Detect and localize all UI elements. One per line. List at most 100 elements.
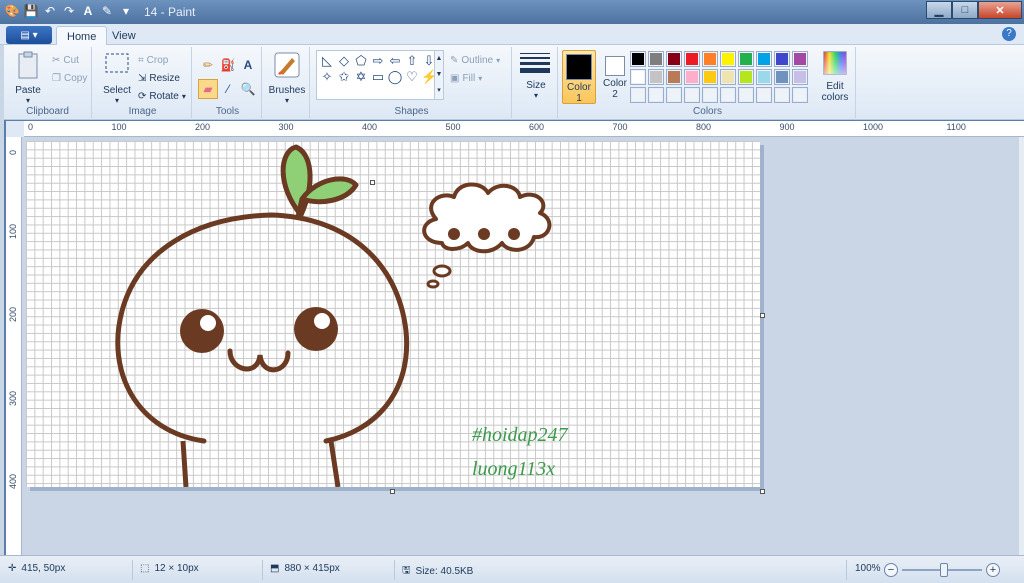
palette-color-swatch[interactable] xyxy=(792,69,808,85)
edit-colors-label-1: Edit xyxy=(826,81,844,92)
shape-item[interactable]: ⇦ xyxy=(387,53,403,69)
text-tool-icon[interactable]: A xyxy=(80,3,96,19)
paint-app-icon[interactable]: 🎨 xyxy=(4,3,20,19)
palette-color-swatch[interactable] xyxy=(666,69,682,85)
menu-icon: ▤ ▾ xyxy=(20,29,38,41)
paste-button[interactable]: Paste ▾ xyxy=(10,50,46,105)
palette-color-swatch[interactable] xyxy=(684,69,700,85)
palette-color-swatch[interactable] xyxy=(666,51,682,67)
shapes-scroll[interactable]: ▲ ▼ ▾ xyxy=(434,50,444,100)
palette-empty-swatch[interactable] xyxy=(702,87,718,103)
palette-color-swatch[interactable] xyxy=(630,69,646,85)
resize-handle-right[interactable] xyxy=(760,313,765,318)
maximize-button[interactable]: □ xyxy=(952,1,978,19)
palette-empty-swatch[interactable] xyxy=(666,87,682,103)
palette-empty-swatch[interactable] xyxy=(648,87,664,103)
minus-icon: − xyxy=(887,564,895,576)
palette-color-swatch[interactable] xyxy=(774,51,790,67)
fill-button[interactable]: ▣ Fill ▾ xyxy=(450,70,482,86)
left-eye-shine xyxy=(200,315,216,331)
palette-color-swatch[interactable] xyxy=(648,51,664,67)
swatch-fill xyxy=(776,71,788,83)
fill-tool[interactable]: ⛽ xyxy=(218,55,238,75)
text-tool[interactable]: A xyxy=(238,55,258,75)
palette-color-swatch[interactable] xyxy=(792,51,808,67)
palette-color-swatch[interactable] xyxy=(756,69,772,85)
color2-button[interactable]: Color 2 xyxy=(598,50,632,104)
resize-button[interactable]: ⇲ Resize xyxy=(138,70,180,86)
shape-item[interactable]: ✩ xyxy=(336,69,352,85)
cut-button[interactable]: ✂ Cut xyxy=(52,52,79,68)
customize-toolbar-icon[interactable]: ▾ xyxy=(118,3,134,19)
palette-color-swatch[interactable] xyxy=(702,51,718,67)
shape-item[interactable]: ▭ xyxy=(370,69,386,85)
palette-color-swatch[interactable] xyxy=(648,69,664,85)
shape-item[interactable]: ✡ xyxy=(353,69,369,85)
palette-empty-swatch[interactable] xyxy=(774,87,790,103)
tab-view[interactable]: View xyxy=(102,26,146,46)
copy-button[interactable]: ❐ Copy xyxy=(52,70,87,86)
tools-group: ✏ ⛽ A ▰ ⁄ 🔍 Tools xyxy=(194,47,262,118)
file-size-text: Size: 40.5KB xyxy=(415,566,474,577)
close-button[interactable]: ✕ xyxy=(978,1,1022,19)
shape-item[interactable]: ◯ xyxy=(387,69,403,85)
tab-home[interactable]: Home xyxy=(56,26,108,46)
swatch-fill xyxy=(758,53,770,65)
palette-color-swatch[interactable] xyxy=(702,69,718,85)
shape-item[interactable]: ⇧ xyxy=(404,53,420,69)
drawing-canvas[interactable]: #hoidap247 luong113x xyxy=(26,141,760,487)
palette-color-swatch[interactable] xyxy=(738,69,754,85)
thought-dot-1 xyxy=(448,228,460,240)
pencil-tool[interactable]: ✏ xyxy=(198,55,218,75)
shape-item[interactable]: ⬠ xyxy=(353,53,369,69)
outline-button[interactable]: ✎ Outline ▾ xyxy=(450,52,500,68)
help-icon[interactable]: ? xyxy=(1002,27,1016,41)
crop-button[interactable]: ⌗ Crop xyxy=(138,52,168,68)
shape-item[interactable]: ♡ xyxy=(404,69,420,85)
selection-marker[interactable] xyxy=(370,180,375,185)
redo-icon[interactable]: ↷ xyxy=(61,3,77,19)
color1-button[interactable]: Color 1 xyxy=(562,50,596,104)
window-left-edge xyxy=(0,45,4,555)
palette-empty-swatch[interactable] xyxy=(756,87,772,103)
palette-color-swatch[interactable] xyxy=(720,51,736,67)
palette-color-swatch[interactable] xyxy=(630,51,646,67)
palette-color-swatch[interactable] xyxy=(738,51,754,67)
palette-empty-swatch[interactable] xyxy=(720,87,736,103)
select-label: Select xyxy=(103,85,131,96)
undo-icon[interactable]: ↶ xyxy=(42,3,58,19)
palette-empty-swatch[interactable] xyxy=(630,87,646,103)
rotate-button[interactable]: ⟳ Rotate ▾ xyxy=(138,88,186,104)
magnifier-tool[interactable]: 🔍 xyxy=(238,79,258,99)
palette-empty-swatch[interactable] xyxy=(738,87,754,103)
brushes-button[interactable]: Brushes ▾ xyxy=(268,50,306,105)
palette-color-swatch[interactable] xyxy=(684,51,700,67)
shape-item[interactable]: ✧ xyxy=(319,69,335,85)
palette-color-swatch[interactable] xyxy=(756,51,772,67)
palette-color-swatch[interactable] xyxy=(774,69,790,85)
resize-handle-bottom[interactable] xyxy=(390,489,395,494)
shape-item[interactable]: ◺ xyxy=(319,53,335,69)
resize-handle-corner[interactable] xyxy=(760,489,765,494)
shape-item[interactable]: ⇨ xyxy=(370,53,386,69)
color-picker-tool[interactable]: ⁄ xyxy=(218,79,238,99)
zoom-slider-thumb[interactable] xyxy=(940,563,948,577)
edit-colors-button[interactable]: Edit colors xyxy=(816,50,854,103)
save-icon[interactable]: 💾 xyxy=(23,3,39,19)
select-button[interactable]: Select ▾ xyxy=(98,50,136,105)
zoom-in-button[interactable]: + xyxy=(986,563,1000,577)
zoom-slider[interactable] xyxy=(902,563,982,577)
color1-label-line1: Color xyxy=(567,82,591,93)
palette-color-swatch[interactable] xyxy=(720,69,736,85)
shape-item[interactable]: ◇ xyxy=(336,53,352,69)
brush-tool-icon[interactable]: ✎ xyxy=(99,3,115,19)
palette-empty-swatch[interactable] xyxy=(684,87,700,103)
size-button[interactable]: Size ▾ xyxy=(516,50,556,100)
vertical-scrollbar[interactable] xyxy=(1019,137,1024,555)
palette-empty-swatch[interactable] xyxy=(792,87,808,103)
minimize-button[interactable]: ▁ xyxy=(926,1,952,19)
zoom-out-button[interactable]: − xyxy=(884,563,898,577)
image-size-text: 880 × 415px xyxy=(284,563,340,574)
paint-menu-button[interactable]: ▤ ▾ xyxy=(6,26,52,44)
eraser-tool[interactable]: ▰ xyxy=(198,79,218,99)
